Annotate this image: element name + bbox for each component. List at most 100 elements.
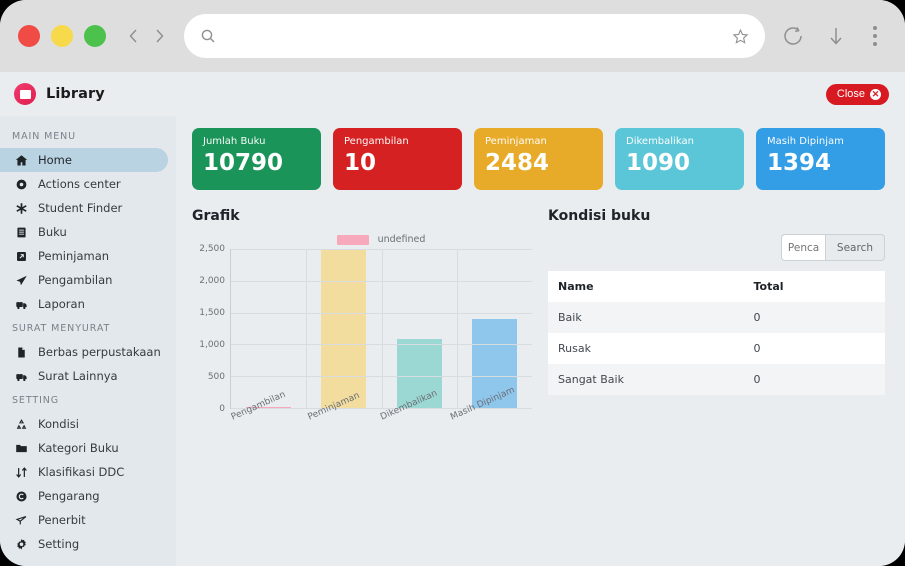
bar-cell bbox=[457, 249, 532, 408]
sidebar-item-buku[interactable]: Buku bbox=[0, 220, 168, 244]
x-axis-tick: Dikembalikan bbox=[378, 388, 439, 423]
sort-icon bbox=[14, 466, 28, 479]
stat-card-jumlah-buku[interactable]: Jumlah Buku 10790 bbox=[192, 128, 321, 190]
sidebar-section-title: SETTING bbox=[12, 395, 60, 406]
url-input[interactable] bbox=[226, 28, 722, 44]
back-icon[interactable] bbox=[120, 21, 146, 51]
stat-card-dikembalikan[interactable]: Dikembalikan 1090 bbox=[615, 128, 744, 190]
y-axis-tick: 1,500 bbox=[199, 308, 225, 318]
chart-gridline-vertical bbox=[306, 249, 308, 408]
condition-search-row: Search bbox=[548, 234, 885, 261]
cell-name: Baik bbox=[548, 302, 744, 333]
app-brand: Library bbox=[14, 83, 105, 105]
minimize-window-button[interactable] bbox=[51, 25, 73, 47]
sidebar-item-label: Berbas perpustakaan bbox=[38, 345, 161, 359]
y-axis-tick: 2,500 bbox=[199, 244, 225, 254]
stat-card-pengambilan[interactable]: Pengambilan 10 bbox=[333, 128, 462, 190]
stat-card-label: Pengambilan bbox=[344, 136, 409, 147]
maximize-window-button[interactable] bbox=[84, 25, 106, 47]
sidebar-item-label: Actions center bbox=[38, 177, 121, 191]
sidebar-item-label: Kondisi bbox=[38, 417, 79, 431]
cell-name: Sangat Baik bbox=[548, 364, 744, 395]
sidebar-item-setting[interactable]: Setting bbox=[0, 532, 168, 556]
search-button[interactable]: Search bbox=[824, 234, 885, 261]
x-axis-tick: Masih Dipinjam bbox=[449, 385, 517, 423]
y-axis-tick: 2,000 bbox=[199, 276, 225, 286]
stat-card-masih-dipinjam[interactable]: Masih Dipinjam 1394 bbox=[756, 128, 885, 190]
paper-plane-icon bbox=[14, 274, 28, 287]
condition-panel: Kondisi buku Search Name Total bbox=[532, 208, 885, 455]
search-icon bbox=[200, 28, 216, 44]
stat-card-value: 10 bbox=[344, 150, 377, 176]
app-body: MAIN MENU Home Actions center Student Fi… bbox=[0, 116, 905, 566]
bar-cell bbox=[306, 249, 381, 408]
sidebar-item-label: Peminjaman bbox=[38, 249, 110, 263]
close-window-button[interactable] bbox=[18, 25, 40, 47]
asterisk-icon bbox=[14, 202, 28, 215]
sidebar-item-pengambilan[interactable]: Pengambilan bbox=[0, 268, 168, 292]
bookmark-star-icon[interactable] bbox=[732, 28, 749, 45]
app-title: Library bbox=[46, 86, 105, 102]
address-bar[interactable] bbox=[184, 14, 765, 58]
y-axis: 0 500 1,000 1,500 2,000 2,500 bbox=[196, 244, 230, 414]
reload-icon[interactable] bbox=[781, 24, 805, 48]
sidebar-item-kategori-buku[interactable]: Kategori Buku bbox=[0, 436, 168, 460]
record-icon bbox=[14, 178, 28, 191]
sidebar-item-surat-lainnya[interactable]: Surat Lainnya bbox=[0, 364, 168, 388]
sidebar-item-peminjaman[interactable]: Peminjaman bbox=[0, 244, 168, 268]
app-header: Library Close ✕ bbox=[0, 72, 905, 116]
sidebar-item-kondisi[interactable]: Kondisi bbox=[0, 412, 168, 436]
table-row[interactable]: Rusak 0 bbox=[548, 333, 885, 364]
sidebar-item-label: Home bbox=[38, 153, 72, 167]
table-row[interactable]: Baik 0 bbox=[548, 302, 885, 333]
legend-label: undefined bbox=[377, 234, 426, 245]
x-axis-tick: Pengambilan bbox=[229, 389, 287, 423]
stat-card-peminjaman[interactable]: Peminjaman 2484 bbox=[474, 128, 603, 190]
sidebar-item-klasifikasi-ddc[interactable]: Klasifikasi DDC bbox=[0, 460, 168, 484]
close-circle-icon: ✕ bbox=[870, 88, 881, 100]
report-icon bbox=[14, 298, 28, 311]
close-app-button[interactable]: Close ✕ bbox=[825, 83, 889, 105]
bar-cell bbox=[382, 249, 457, 408]
sidebar-item-label: Setting bbox=[38, 537, 80, 551]
stat-card-value: 10790 bbox=[203, 150, 284, 176]
bar-cell bbox=[231, 249, 306, 408]
chart-gridline-vertical bbox=[381, 249, 383, 408]
y-axis-tick: 1,000 bbox=[199, 340, 225, 350]
forward-icon[interactable] bbox=[146, 21, 172, 51]
sidebar-item-student-finder[interactable]: Student Finder bbox=[0, 196, 168, 220]
stat-cards: Jumlah Buku 10790 Pengambilan 10 Peminja… bbox=[192, 128, 885, 190]
folder-icon bbox=[14, 442, 28, 455]
chart-bar[interactable] bbox=[321, 250, 367, 408]
cell-total: 0 bbox=[743, 302, 885, 333]
sidebar-item-label: Penerbit bbox=[38, 513, 86, 527]
column-header-total[interactable]: Total bbox=[743, 271, 885, 302]
download-icon[interactable] bbox=[825, 24, 847, 48]
column-header-name[interactable]: Name bbox=[548, 271, 744, 302]
close-app-label: Close bbox=[836, 88, 865, 100]
table-row[interactable]: Sangat Baik 0 bbox=[548, 364, 885, 395]
y-axis-tick: 500 bbox=[207, 372, 225, 382]
cell-total: 0 bbox=[743, 364, 885, 395]
sidebar-item-berbas-perpustakaan[interactable]: Berbas perpustakaan bbox=[0, 340, 168, 364]
sidebar: MAIN MENU Home Actions center Student Fi… bbox=[0, 116, 176, 566]
sidebar-item-label: Kategori Buku bbox=[38, 441, 119, 455]
sidebar-item-label: Laporan bbox=[38, 297, 85, 311]
table-header-row: Name Total bbox=[548, 271, 885, 302]
sidebar-item-laporan[interactable]: Laporan bbox=[0, 292, 168, 316]
search-input[interactable] bbox=[780, 234, 825, 261]
sidebar-item-home[interactable]: Home bbox=[0, 148, 168, 172]
browser-menu-icon[interactable] bbox=[867, 26, 883, 46]
chart-legend: undefined bbox=[196, 234, 532, 245]
sidebar-item-actions-center[interactable]: Actions center bbox=[0, 172, 168, 196]
cell-total: 0 bbox=[743, 333, 885, 364]
stat-card-value: 2484 bbox=[485, 150, 550, 176]
stat-card-label: Jumlah Buku bbox=[203, 136, 266, 147]
y-axis-tick: 0 bbox=[219, 404, 225, 414]
sidebar-item-penerbit[interactable]: Penerbit bbox=[0, 508, 168, 532]
main-content: Jumlah Buku 10790 Pengambilan 10 Peminja… bbox=[176, 116, 905, 566]
report-icon bbox=[14, 370, 28, 383]
sidebar-item-pengarang[interactable]: Pengarang bbox=[0, 484, 168, 508]
plot-area bbox=[230, 249, 532, 409]
library-logo-icon bbox=[14, 83, 36, 105]
